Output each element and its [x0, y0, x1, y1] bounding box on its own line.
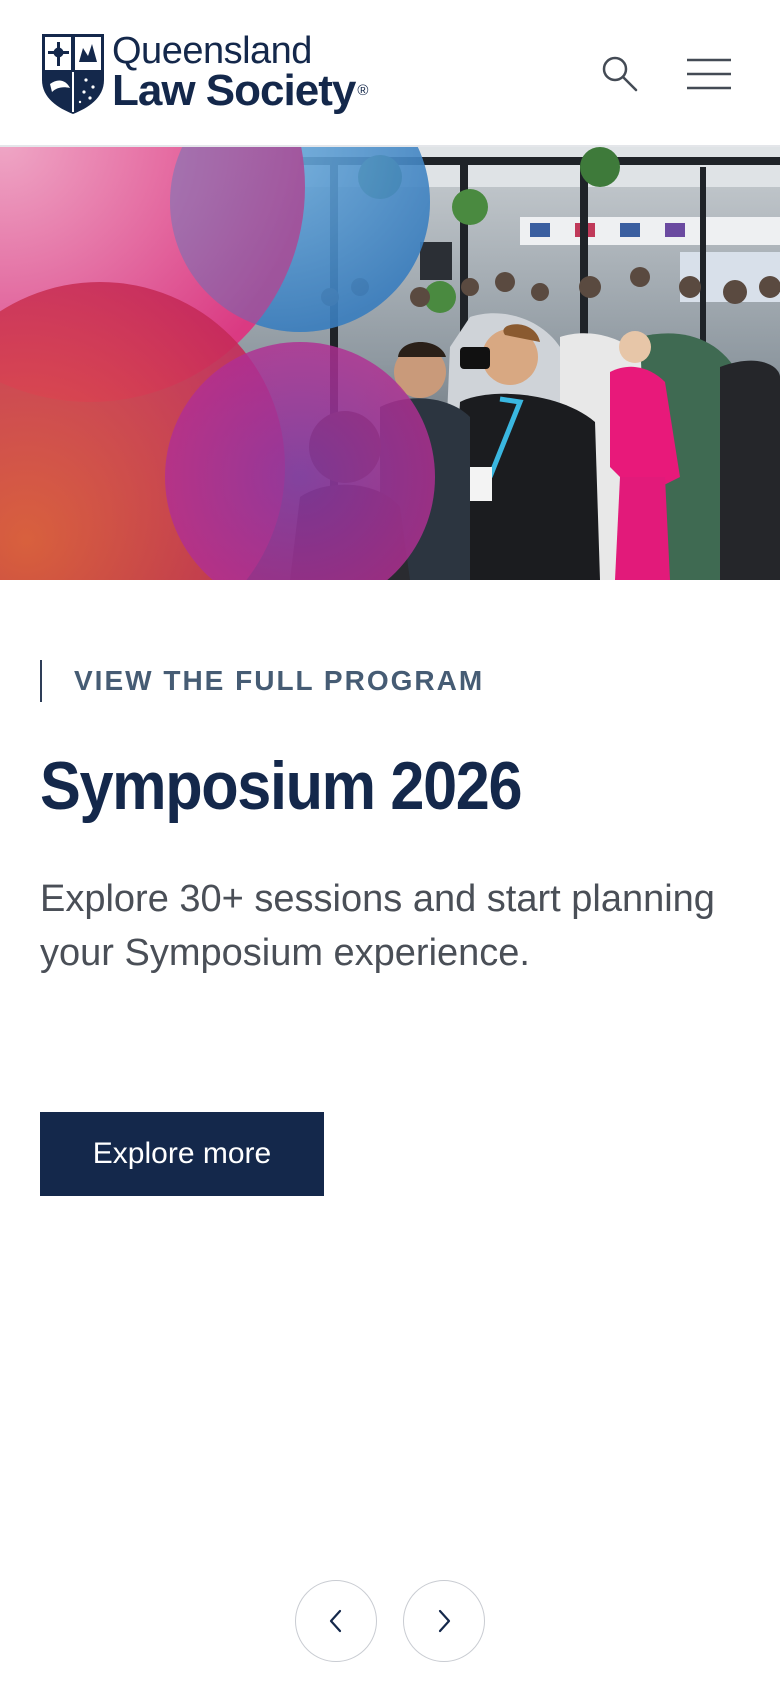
- qls-logo[interactable]: Queensland Law Society ®: [40, 30, 370, 120]
- search-icon: [602, 56, 638, 92]
- explore-more-button[interactable]: Explore more: [40, 1112, 324, 1196]
- site-header: Queensland Law Society ®: [0, 0, 780, 147]
- carousel-prev-button[interactable]: [295, 1580, 377, 1662]
- logo-text-law-society: Law Society ®: [112, 66, 368, 116]
- crest-icon: [42, 34, 104, 114]
- page-title: Symposium 2026: [40, 748, 522, 824]
- menu-button[interactable]: [684, 56, 734, 92]
- chevron-right-icon: [438, 1609, 451, 1633]
- logo-text-line2: Law Society: [112, 66, 356, 115]
- chevron-left-icon: [329, 1609, 342, 1633]
- carousel-next-button[interactable]: [403, 1580, 485, 1662]
- hero-image: [0, 147, 780, 580]
- search-button[interactable]: [600, 54, 640, 94]
- eyebrow-label: VIEW THE FULL PROGRAM: [40, 660, 484, 702]
- description-text: Explore 30+ sessions and start planning …: [40, 878, 715, 974]
- registered-mark: ®: [357, 82, 368, 99]
- hamburger-menu-icon: [687, 58, 731, 90]
- conference-crowd-photo: [0, 147, 780, 580]
